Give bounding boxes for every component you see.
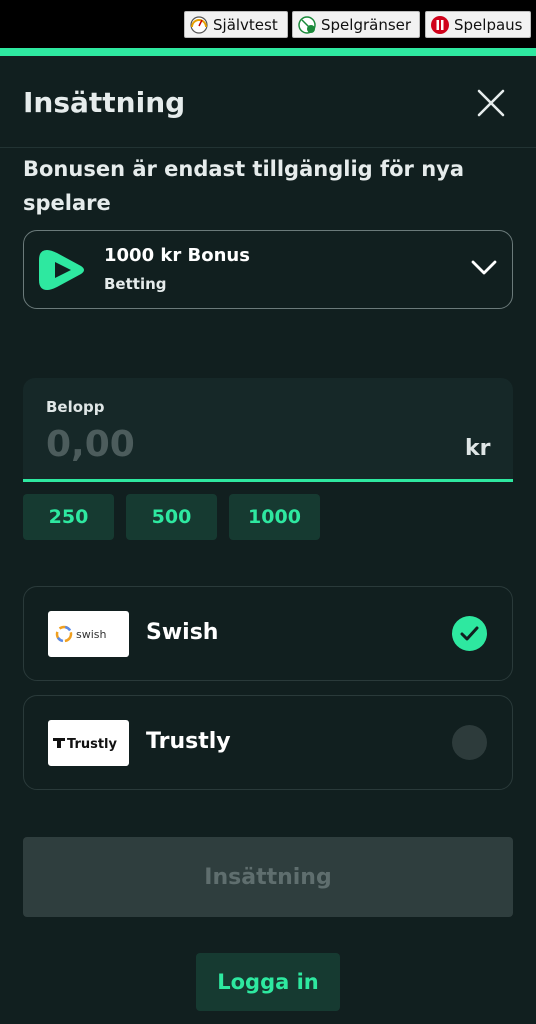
- accent-divider: [0, 48, 536, 56]
- self-test-label: Självtest: [213, 15, 278, 34]
- radio-unselected[interactable]: [452, 725, 487, 760]
- pause-button[interactable]: Spelpaus: [425, 11, 531, 38]
- deposit-button[interactable]: Insättning: [23, 837, 513, 917]
- quick-amount-1000[interactable]: 1000: [229, 494, 320, 540]
- check-icon: [460, 626, 479, 641]
- amount-label: Belopp: [46, 398, 105, 416]
- bonus-title: 1000 kr Bonus: [104, 245, 250, 266]
- regulatory-bar: Självtest Spelgränser Spelpaus: [0, 0, 536, 48]
- pause-label: Spelpaus: [454, 15, 523, 34]
- deposit-panel: Insättning Bonusen är endast tillgänglig…: [0, 56, 536, 1024]
- page-title: Insättning: [23, 86, 186, 119]
- method-name-swish: Swish: [146, 620, 219, 645]
- swish-logo-icon: swish: [55, 625, 107, 643]
- amount-unit: kr: [465, 436, 491, 461]
- panel-header: Insättning: [0, 56, 536, 148]
- quick-amount-500[interactable]: 500: [126, 494, 217, 540]
- pause-icon: [431, 15, 449, 34]
- radio-selected[interactable]: [452, 616, 487, 651]
- limits-icon: [298, 15, 316, 34]
- bonus-select[interactable]: 1000 kr Bonus Betting: [23, 230, 513, 309]
- bonus-note: Bonusen är endast tillgänglig för nya sp…: [23, 157, 465, 215]
- login-button[interactable]: Logga in: [196, 953, 340, 1011]
- bonus-subtitle: Betting: [104, 275, 167, 293]
- chevron-down-icon: [471, 260, 497, 275]
- amount-input[interactable]: 0,00: [46, 424, 135, 465]
- self-test-button[interactable]: Självtest: [184, 11, 288, 38]
- limits-label: Spelgränser: [321, 15, 412, 34]
- method-name-trustly: Trustly: [146, 729, 231, 754]
- swish-logo: swish: [48, 611, 129, 657]
- limits-button[interactable]: Spelgränser: [292, 11, 420, 38]
- quick-amount-250[interactable]: 250: [23, 494, 114, 540]
- close-icon[interactable]: [474, 86, 508, 120]
- trustly-logo-icon: Trustly: [52, 737, 118, 752]
- trustly-logo: Trustly: [48, 720, 129, 766]
- svg-text:Trustly: Trustly: [67, 737, 118, 752]
- payment-method-trustly[interactable]: Trustly Trustly: [23, 695, 513, 790]
- payment-method-swish[interactable]: swish Swish: [23, 586, 513, 681]
- amount-field[interactable]: Belopp 0,00 kr: [23, 378, 513, 482]
- svg-text:swish: swish: [76, 628, 107, 641]
- gauge-icon: [190, 15, 208, 34]
- play-logo-icon: [39, 250, 84, 290]
